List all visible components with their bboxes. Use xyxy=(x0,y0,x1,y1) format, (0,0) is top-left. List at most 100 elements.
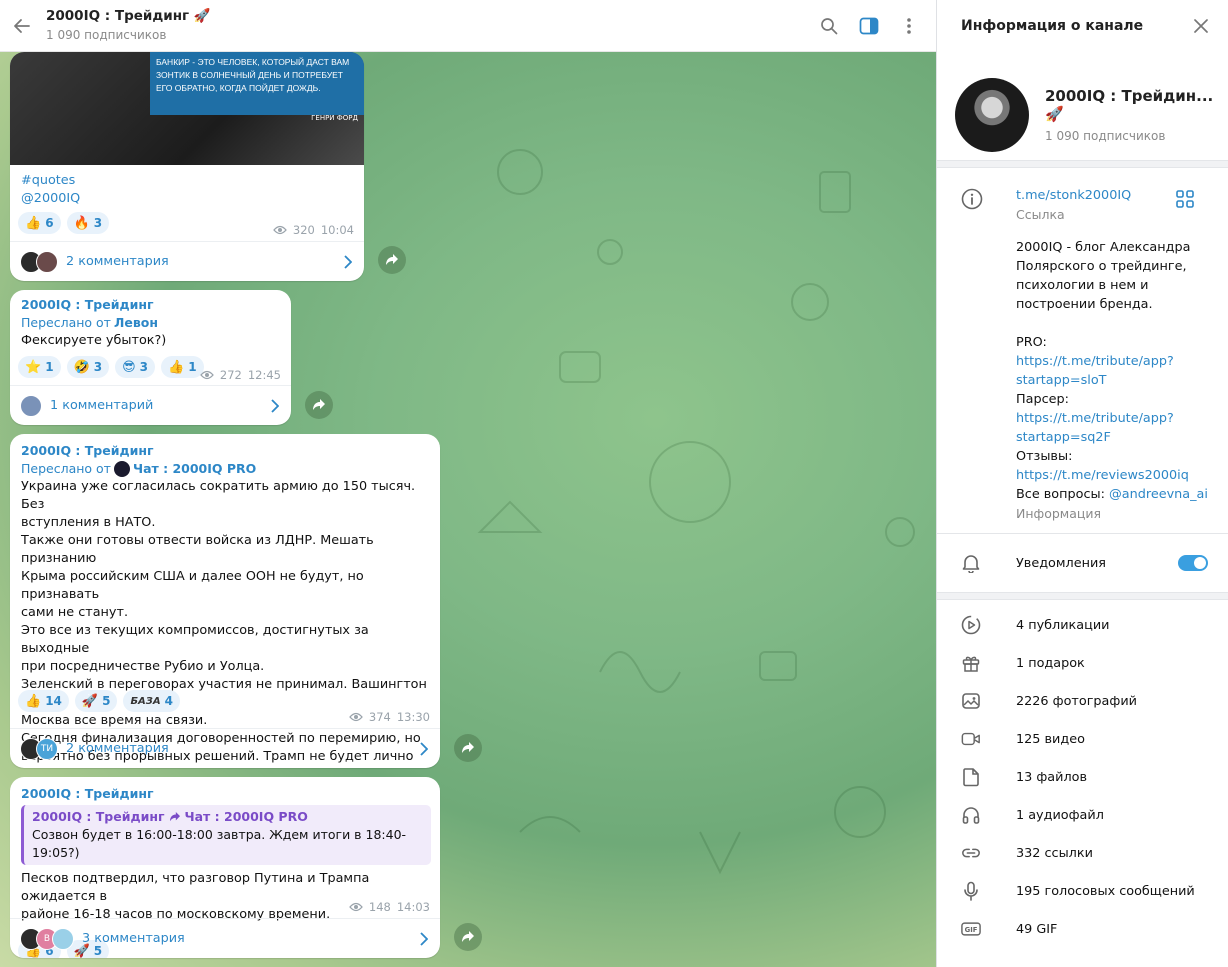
stat-voice[interactable]: 195 голосовых сообщений xyxy=(937,872,1228,910)
message-text: Фексируете убыток?) xyxy=(21,333,167,348)
reaction-thumbs-up[interactable]: 👍 6 xyxy=(18,212,61,234)
svg-text:GIF: GIF xyxy=(965,926,978,934)
view-count: 374 xyxy=(368,710,391,724)
source-avatar xyxy=(113,461,130,477)
more-button[interactable] xyxy=(894,11,924,41)
message-bubble[interactable]: БАНКИР - ЭТО ЧЕЛОВЕК, КОТОРЫЙ ДАСТ ВАМ З… xyxy=(10,52,364,281)
reaction-thumbs-up[interactable]: 👍 1 xyxy=(161,356,204,378)
forward-source: Чат : 2000IQ PRO xyxy=(132,461,257,476)
headphones-icon xyxy=(961,805,981,825)
stat-links[interactable]: 332 ссылки xyxy=(937,834,1228,872)
comments-button[interactable]: 1 комментарий xyxy=(10,385,291,425)
comments-button[interactable]: ТИ 2 комментария xyxy=(10,728,440,768)
stat-audio[interactable]: 1 аудиофайл xyxy=(937,796,1228,834)
reply-text: Созвон будет в 16:00-18:00 завтра. Ждем … xyxy=(32,827,407,860)
channel-header-info[interactable]: 2000IQ : Трейдинг 🚀 1 090 подписчиков xyxy=(46,8,814,43)
reaction-thumbs-up[interactable]: 👍 14 xyxy=(18,690,69,712)
reactions-bar: 👍 6 🔥 3 xyxy=(18,212,110,234)
reaction-emoji: 🚀 xyxy=(81,693,99,709)
notifications-row[interactable]: Уведомления xyxy=(937,534,1228,592)
forward-arrow-icon xyxy=(169,812,180,822)
sidebar-toggle-button[interactable] xyxy=(854,11,884,41)
photo-quote-text: БАНКИР - ЭТО ЧЕЛОВЕК, КОТОРЫЙ ДАСТ ВАМ З… xyxy=(156,57,350,93)
reply-quote[interactable]: 2000IQ : Трейдинг Чат : 2000IQ PRO Созво… xyxy=(21,805,431,865)
message-bubble[interactable]: 2000IQ : Трейдинг 2000IQ : Трейдинг Чат … xyxy=(10,777,440,958)
reaction-custom[interactable]: 😎 3 xyxy=(115,356,156,378)
reaction-emoji: ⭐ xyxy=(25,359,42,375)
message-bubble[interactable]: 2000IQ : Трейдинг Переслано от Чат : 200… xyxy=(10,434,440,768)
reaction-laugh[interactable]: 🤣 3 xyxy=(66,356,110,378)
parser-link-line-1[interactable]: https://t.me/tribute/app? xyxy=(1016,409,1228,428)
message-photo[interactable]: БАНКИР - ЭТО ЧЕЛОВЕК, КОТОРЫЙ ДАСТ ВАМ З… xyxy=(10,52,364,165)
message-author[interactable]: 2000IQ : Трейдинг xyxy=(21,785,431,803)
stat-files[interactable]: 13 файлов xyxy=(937,758,1228,796)
info-label: Информация xyxy=(1016,506,1102,521)
share-icon xyxy=(313,399,325,410)
share-button[interactable] xyxy=(305,391,333,419)
message-bubble[interactable]: 2000IQ : Трейдинг Переслано от Левон Фекс… xyxy=(10,290,291,425)
channel-profile: 2000IQ : Трейдин... 🚀 1 090 подписчиков xyxy=(937,52,1228,160)
stat-photos[interactable]: 2226 фотографий xyxy=(937,682,1228,720)
stat-label: 13 файлов xyxy=(1016,769,1088,785)
photo-quote-author: ГЕНРИ ФОРД xyxy=(311,114,358,122)
publications-icon xyxy=(961,615,981,635)
stat-label: 4 публикации xyxy=(1016,617,1110,633)
channel-link[interactable]: t.me/stonk2000IQ xyxy=(1016,186,1228,205)
mention-link[interactable]: @2000IQ xyxy=(21,190,80,208)
arrow-left-icon xyxy=(14,18,30,33)
comments-button[interactable]: 2 комментария xyxy=(10,241,364,281)
message-author[interactable]: 2000IQ : Трейдинг xyxy=(21,296,281,314)
panel-header: Информация о канале xyxy=(937,0,1228,52)
notifications-toggle[interactable] xyxy=(1178,555,1208,571)
pro-link-line-1[interactable]: https://t.me/tribute/app? xyxy=(1016,352,1228,371)
stat-videos[interactable]: 125 видео xyxy=(937,720,1228,758)
pro-link-line-2[interactable]: startapp=sloT xyxy=(1016,371,1228,390)
reaction-rocket[interactable]: 🚀 5 xyxy=(74,690,118,712)
view-count: 320 xyxy=(292,223,315,237)
chat-header: 2000IQ : Трейдинг 🚀 1 090 подписчиков xyxy=(0,0,936,52)
commenter-avatars: ТИ xyxy=(20,737,58,760)
questions-link[interactable]: @andreevna_ai xyxy=(1109,487,1208,502)
reaction-fire[interactable]: 🔥 3 xyxy=(66,212,110,234)
reaction-emoji: 👍 xyxy=(25,215,42,231)
chat-area: 2000IQ : Трейдинг 🚀 1 090 подписчиков БА… xyxy=(0,0,936,967)
message-time: 14:03 xyxy=(396,900,430,914)
reaction-emoji: 👍 xyxy=(168,359,185,375)
reaction-count: 14 xyxy=(45,694,62,708)
chevron-right-icon xyxy=(344,254,352,269)
share-button[interactable] xyxy=(454,923,482,951)
share-icon xyxy=(386,254,398,265)
forwarded-from[interactable]: Переслано от Чат : 2000IQ PRO xyxy=(21,460,431,478)
bell-icon xyxy=(961,553,981,573)
reaction-baza[interactable]: БАЗА 4 xyxy=(123,690,181,712)
reaction-count: 4 xyxy=(164,694,174,708)
reaction-emoji: БАЗА xyxy=(130,695,161,707)
reaction-count: 3 xyxy=(93,360,103,374)
share-button[interactable] xyxy=(378,246,406,274)
share-button[interactable] xyxy=(454,734,482,762)
gift-icon xyxy=(961,653,981,673)
qr-code-icon[interactable] xyxy=(1176,190,1194,208)
message-text: Украина уже согласилась сократить армию … xyxy=(21,479,427,768)
stat-gifts[interactable]: 1 подарок xyxy=(937,644,1228,682)
back-button[interactable] xyxy=(2,0,42,52)
stat-publications[interactable]: 4 публикации xyxy=(937,606,1228,644)
hashtag-link[interactable]: #quotes xyxy=(21,172,80,190)
reviews-link[interactable]: https://t.me/reviews2000iq xyxy=(1016,466,1228,485)
chevron-right-icon xyxy=(420,931,428,946)
reaction-star[interactable]: ⭐ 1 xyxy=(18,356,61,378)
channel-title: 2000IQ : Трейдинг 🚀 xyxy=(46,8,211,24)
message-author[interactable]: 2000IQ : Трейдинг xyxy=(21,442,431,460)
comments-button[interactable]: В 3 комментария xyxy=(10,918,440,958)
channel-avatar[interactable] xyxy=(955,77,1029,152)
close-button[interactable] xyxy=(1186,11,1216,41)
stat-gifs[interactable]: GIF 49 GIF xyxy=(937,910,1228,948)
stat-label: 332 ссылки xyxy=(1016,845,1093,861)
message-time: 10:04 xyxy=(320,223,354,237)
commenter-avatars: В xyxy=(20,927,74,950)
forwarded-from[interactable]: Переслано от Левон xyxy=(21,314,281,332)
parser-link-line-2[interactable]: startapp=sq2F xyxy=(1016,428,1228,447)
chevron-right-icon xyxy=(420,741,428,756)
reply-to: Чат : 2000IQ PRO xyxy=(184,809,308,824)
search-button[interactable] xyxy=(814,11,844,41)
